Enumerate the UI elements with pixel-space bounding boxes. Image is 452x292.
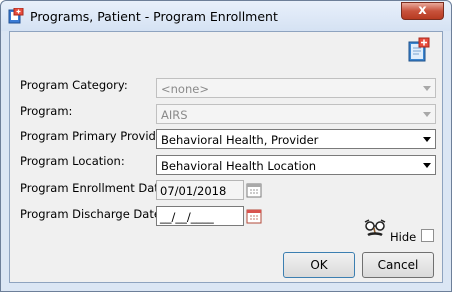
cancel-button[interactable]: Cancel xyxy=(362,252,434,278)
calendar-icon[interactable] xyxy=(246,208,262,224)
program-label: Program: xyxy=(20,104,73,118)
program-enrollment-icon xyxy=(8,8,24,24)
hide-label: Hide xyxy=(390,230,417,244)
close-icon: x xyxy=(418,3,427,18)
enrollment-date-label: Program Enrollment Date: xyxy=(20,181,170,195)
chevron-down-icon xyxy=(419,106,434,122)
chevron-down-icon[interactable] xyxy=(419,131,434,147)
title-bar: Programs, Patient - Program Enrollment x xyxy=(1,1,451,31)
primary-provider-label: Program Primary Provider: xyxy=(20,129,172,143)
primary-provider-value: Behavioral Health, Provider xyxy=(161,133,319,147)
program-category-select: <none> xyxy=(156,78,436,98)
ok-button[interactable]: OK xyxy=(283,252,355,278)
dialog-body: Program Category: <none> Program: AIRS P… xyxy=(9,31,443,283)
program-location-label: Program Location: xyxy=(20,154,125,168)
disguise-glasses-icon xyxy=(364,219,386,237)
hide-checkbox[interactable] xyxy=(421,229,434,242)
book-help-icon[interactable] xyxy=(407,37,431,63)
window-title: Programs, Patient - Program Enrollment xyxy=(30,9,278,24)
calendar-icon[interactable] xyxy=(246,182,262,198)
discharge-date-field[interactable]: __/__/____ xyxy=(156,206,244,226)
program-location-value: Behavioral Health Location xyxy=(161,159,317,173)
program-select: AIRS xyxy=(156,104,436,124)
chevron-down-icon[interactable] xyxy=(419,157,434,173)
enrollment-date-field[interactable]: 07/01/2018 xyxy=(156,180,244,200)
program-enrollment-dialog: Programs, Patient - Program Enrollment x… xyxy=(0,0,452,292)
program-value: AIRS xyxy=(161,108,188,122)
discharge-date-value: __/__/____ xyxy=(160,210,214,224)
chevron-down-icon xyxy=(419,80,434,96)
enrollment-date-value: 07/01/2018 xyxy=(160,184,227,198)
program-category-value: <none> xyxy=(161,82,209,96)
program-category-label: Program Category: xyxy=(20,78,128,92)
primary-provider-select[interactable]: Behavioral Health, Provider xyxy=(156,129,436,149)
discharge-date-label: Program Discharge Date: xyxy=(20,207,165,221)
close-button[interactable]: x xyxy=(401,2,444,20)
program-location-select[interactable]: Behavioral Health Location xyxy=(156,155,436,175)
